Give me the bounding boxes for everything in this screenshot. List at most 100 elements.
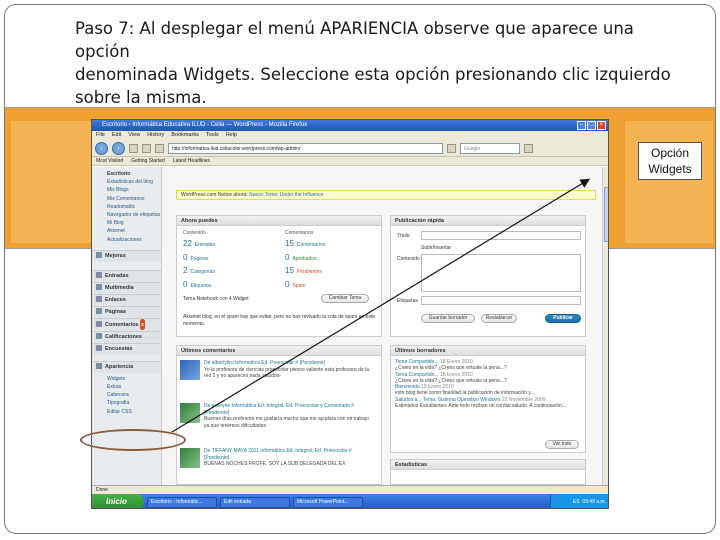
sidebar-item-widgets[interactable]: Widgets [92, 375, 161, 383]
column-header: Comentarios [285, 230, 314, 236]
draft-item[interactable]: Bienvenida 15 Enero 2010 este blog tiene … [395, 384, 581, 397]
draft-item[interactable]: Tema Compartido... 18 Enero 2010 ¿Crees e… [395, 372, 581, 385]
menu-edit[interactable]: Edit [112, 131, 121, 140]
publish-button[interactable]: Publicar [545, 314, 581, 323]
sidebar-item-editar-css[interactable]: Editar CSS [92, 408, 161, 416]
box-title: Estadísticas [391, 460, 585, 470]
bookmark-star-icon[interactable] [447, 143, 456, 153]
sidebar-item-encuestas[interactable]: Encuestas [92, 342, 161, 355]
sidebar-item-mejoras[interactable]: Mejoras [92, 249, 161, 262]
tags-field[interactable] [421, 296, 581, 305]
vertical-scrollbar[interactable] [602, 167, 608, 485]
sidebar-item-mi-blog[interactable]: Mi Blog [92, 219, 161, 227]
bookmark-item[interactable]: Latest Headlines [173, 157, 210, 165]
sidebar-item-comentarios[interactable]: Comentarios 3 [92, 317, 161, 331]
avatar [180, 360, 200, 380]
stop-icon[interactable] [142, 143, 151, 153]
instruction-line: Paso 7: Al desplegar el menú APARIENCIA … [75, 19, 634, 61]
avatar [180, 403, 200, 423]
search-input[interactable]: Google [460, 142, 520, 154]
sidebar-item-apariencia[interactable]: Apariencia [92, 360, 161, 373]
publicacion-rapida-box: Publicación rápida Título Subir/Insertar… [390, 215, 586, 337]
minimize-button[interactable]: – [577, 121, 586, 130]
draft-item[interactable]: Tema Compartido... 18 Enero 2010 ¿Crees e… [395, 359, 581, 372]
sidebar-item-entradas[interactable]: Entradas [92, 269, 161, 282]
change-theme-button[interactable]: Cambiar Tema [321, 294, 369, 303]
media-label: Subir/Insertar [421, 245, 452, 251]
notice-text: WordPress.com Notice ahora: [181, 192, 249, 198]
star-icon [96, 333, 102, 340]
language-indicator: ES [572, 499, 580, 505]
content-field[interactable] [421, 254, 581, 292]
reload-icon[interactable] [129, 143, 138, 153]
start-button[interactable]: Inicio [92, 494, 144, 508]
ultimos-borradores-box: Últimos borradores Tema Compartido... 18… [390, 345, 586, 453]
sidebar-item-extras[interactable]: Extras [92, 383, 161, 391]
comment-body: Buenas días profesora me gustaría mucho … [204, 416, 369, 429]
sidebar-item-mis-comentarios[interactable]: Mis Comentarios [92, 195, 161, 203]
comment-icon [96, 321, 102, 328]
sidebar-item-actualizaciones[interactable]: Actualizaciones [92, 236, 161, 244]
stat-row[interactable]: 0 Páginas [183, 252, 278, 266]
bookmark-item[interactable]: Most Visited [96, 157, 123, 165]
search-icon[interactable] [524, 143, 533, 153]
menu-view[interactable]: View [128, 131, 140, 140]
sidebar-item-escritorio[interactable]: Escritorio [92, 170, 161, 178]
stat-row[interactable]: 15 Comentarios [285, 238, 380, 252]
draft-item[interactable]: Saludos a... Tema: Sistema Operativo Win… [395, 397, 581, 410]
menu-file[interactable]: File [96, 131, 105, 140]
stat-row[interactable]: 0 Spam [285, 279, 380, 293]
sidebar-item-mis-blogs[interactable]: Mis Blogs [92, 186, 161, 194]
stat-row[interactable]: 0 Etiquetas [183, 279, 278, 293]
sidebar-item-tipografia[interactable]: Tipografía [92, 399, 161, 407]
avatar [180, 448, 200, 468]
sidebar-item-navegador-etiquetas[interactable]: Navegador de etiquetas [92, 211, 161, 219]
comment-item: De jasleyne Informática Ed. Integral, Ed… [180, 403, 370, 429]
address-bar[interactable]: http://informatica-ilud.celiacolor.wordp… [168, 142, 443, 154]
forward-arrow-icon[interactable]: › [112, 141, 125, 155]
menu-history[interactable]: History [147, 131, 164, 140]
maximize-button[interactable]: □ [587, 121, 596, 130]
windows-taskbar: Inicio Escritorio ‹ Informátic... Edit e… [92, 494, 608, 508]
sidebar-item-enlaces[interactable]: Enlaces [92, 293, 161, 306]
menu-bookmarks[interactable]: Bookmarks [171, 131, 199, 140]
instruction-line: denominada Widgets. Seleccione esta opci… [75, 65, 671, 84]
estadisticas-box: Estadísticas [390, 459, 586, 485]
reset-button[interactable]: Restablecer [481, 314, 517, 323]
menu-help[interactable]: Help [226, 131, 237, 140]
menu-bar: File Edit View History Bookmarks Tools H… [92, 131, 608, 140]
sidebar-item-estadisticas[interactable]: Estadísticas del blog [92, 178, 161, 186]
stat-row[interactable]: 22 Entradas [183, 238, 278, 252]
bookmark-item[interactable]: Getting Started [131, 157, 165, 165]
sidebar-item-paginas[interactable]: Páginas [92, 305, 161, 318]
notice-link[interactable]: Nuevo Tema: Under the Influence [249, 192, 323, 198]
comment-author[interactable]: De jasleyne Informática Ed. Integral, Ed… [204, 403, 370, 416]
comment-author[interactable]: De TIFFANY MAYA 2011 Informática Ed. Int… [204, 448, 370, 461]
taskbar-item[interactable]: Escritorio ‹ Informátic... [147, 496, 217, 508]
stat-row[interactable]: 0 Aprobados [285, 252, 380, 266]
view-all-button[interactable]: Ver todo [545, 440, 579, 449]
scrollbar-thumb[interactable] [604, 187, 608, 242]
close-button[interactable]: × [597, 121, 606, 130]
stat-row[interactable]: 15 Pendientes [285, 265, 380, 279]
menu-tools[interactable]: Tools [206, 131, 219, 140]
taskbar-item[interactable]: Edit entrada [220, 496, 290, 508]
appearance-icon [96, 363, 102, 370]
sidebar-item-calificaciones[interactable]: Calificaciones [92, 330, 161, 343]
system-tray: ES 09:49 a.m. [550, 494, 608, 508]
back-arrow-icon[interactable]: ‹ [95, 141, 108, 155]
media-icon [96, 284, 102, 291]
akismet-info: Akismet blog, en el spam hay que evitar,… [183, 314, 376, 327]
sidebar-item-multimedia[interactable]: Multimedia [92, 281, 161, 294]
sidebar-item-akismet[interactable]: Akismet [92, 227, 161, 235]
sidebar-item-cabecera[interactable]: Cabecera [92, 391, 161, 399]
title-field[interactable] [421, 231, 581, 240]
box-title: Ahora puedes [177, 216, 381, 226]
widgets-highlight-oval [80, 429, 186, 451]
content-label: Contenido [397, 256, 420, 262]
sidebar-item-readomattic[interactable]: Readomattic [92, 203, 161, 211]
home-icon[interactable] [155, 143, 164, 153]
stat-row[interactable]: 2 Categorías [183, 265, 278, 279]
save-draft-button[interactable]: Guardar borrador [421, 314, 475, 323]
taskbar-item[interactable]: Microsoft PowerPoint... [293, 496, 363, 508]
